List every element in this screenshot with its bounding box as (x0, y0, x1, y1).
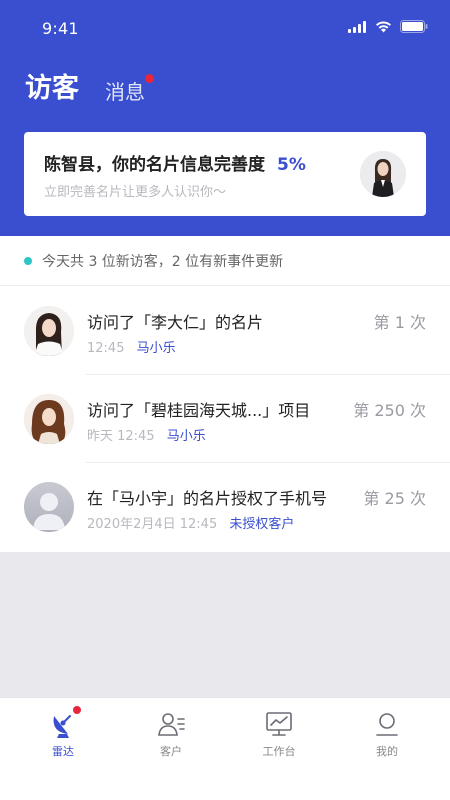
summary-text: 今天共 3 位新访客，2 位有新事件更新 (42, 253, 284, 270)
visitor-list-section: 今天共 3 位新访客，2 位有新事件更新 访问了「李大仁」的名片 12:45 马… (0, 236, 450, 552)
visitor-avatar (24, 482, 74, 532)
summary-dot (24, 256, 32, 265)
visit-row[interactable]: 访问了「碧桂园海天城...」项目 昨天 12:45 马小乐 第 250 次 (0, 375, 450, 463)
tab-messages-label: 消息 (105, 80, 145, 104)
visit-meta: 昨天 12:45 马小乐 (87, 425, 206, 444)
signal-icon (348, 20, 366, 33)
profile-subtitle: 立即完善名片让更多人认识你～ (44, 185, 227, 200)
visit-row[interactable]: 访问了「李大仁」的名片 12:45 马小乐 第 1 次 (0, 287, 450, 375)
profile-title-text: 陈智县，你的名片信息完善度 (44, 155, 265, 175)
visit-row[interactable]: 在「马小宇」的名片授权了手机号 2020年2月4日 12:45 未授权客户 第 … (0, 463, 450, 551)
profile-avatar (360, 151, 406, 197)
bottom-nav: 雷达 客户 工作台 我的 (0, 697, 450, 800)
tab-messages[interactable]: 消息 (105, 74, 154, 108)
workbench-icon (264, 710, 294, 738)
visitor-summary: 今天共 3 位新访客，2 位有新事件更新 (0, 236, 450, 286)
woman-photo-icon (24, 306, 74, 356)
profile-percent: 5% (277, 155, 306, 175)
status-time: 9:41 (42, 19, 79, 38)
header: 9:41 访客 消息 陈智县，你的名片信息完善度 5% 立即完善名片让更多人认识… (0, 0, 450, 236)
person-photo-icon (360, 151, 406, 197)
nav-customers[interactable]: 客户 (131, 710, 211, 759)
status-bar: 9:41 (0, 0, 450, 56)
visit-time: 昨天 12:45 (87, 429, 155, 444)
visit-meta: 12:45 马小乐 (87, 337, 176, 356)
battery-icon (400, 20, 428, 33)
visitor-avatar (24, 306, 74, 356)
profile-completion-card[interactable]: 陈智县，你的名片信息完善度 5% 立即完善名片让更多人认识你～ (24, 132, 426, 216)
visit-time: 12:45 (87, 341, 125, 356)
unread-dot (145, 74, 154, 83)
nav-label: 客户 (160, 745, 182, 758)
default-person-icon (24, 482, 74, 532)
profile-icon (372, 710, 402, 738)
radar-unread-dot (73, 706, 81, 714)
profile-title: 陈智县，你的名片信息完善度 5% (44, 150, 306, 175)
visit-person[interactable]: 未授权客户 (229, 517, 294, 532)
visitor-avatar (24, 394, 74, 444)
visit-count: 第 1 次 (373, 313, 426, 332)
tab-visitors[interactable]: 访客 (25, 70, 79, 108)
visit-person[interactable]: 马小乐 (167, 429, 206, 444)
nav-label: 我的 (376, 745, 398, 758)
status-icons (348, 20, 428, 33)
radar-icon (48, 706, 81, 738)
visit-title: 访问了「李大仁」的名片 (87, 313, 264, 332)
visit-meta: 2020年2月4日 12:45 未授权客户 (87, 513, 294, 532)
customer-icon (156, 710, 186, 738)
visit-count: 第 25 次 (363, 489, 426, 508)
nav-label: 工作台 (262, 745, 296, 758)
nav-me[interactable]: 我的 (347, 710, 427, 759)
nav-workbench[interactable]: 工作台 (239, 710, 319, 759)
visit-count: 第 250 次 (353, 401, 426, 420)
wifi-icon (376, 20, 391, 32)
header-tabs: 访客 消息 (25, 68, 154, 108)
visit-time: 2020年2月4日 12:45 (87, 517, 218, 532)
visit-title: 访问了「碧桂园海天城...」项目 (87, 401, 311, 420)
visit-title: 在「马小宇」的名片授权了手机号 (87, 489, 328, 508)
visit-person[interactable]: 马小乐 (137, 341, 176, 356)
nav-label: 雷达 (52, 745, 74, 758)
nav-radar[interactable]: 雷达 (23, 706, 103, 759)
woman-photo-icon (24, 394, 74, 444)
